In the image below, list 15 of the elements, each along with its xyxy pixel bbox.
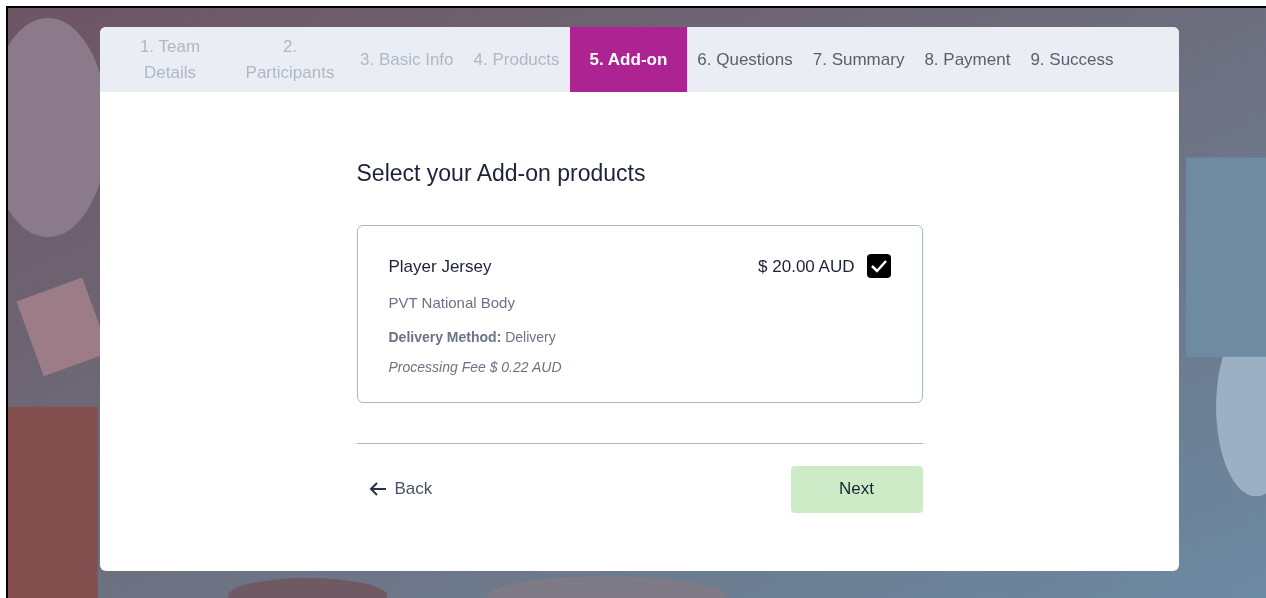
arrow-left-icon [368,481,387,497]
product-price: $ 20.00 AUD [758,255,855,278]
step-tab[interactable]: 8. Payment [914,27,1021,92]
step-tab[interactable]: 5. Add-on [569,27,688,92]
page-heading: Select your Add-on products [356,159,647,188]
organisation-name: PVT National Body [388,293,516,313]
checkmark-icon [870,258,887,273]
checkbox[interactable] [866,253,891,278]
product-name: Player Jersey [388,255,493,278]
step-tab[interactable]: 6. Questions [687,27,803,92]
processing-fee: Processing Fee $ 0.22 AUD [388,357,562,377]
delivery-method: Delivery Method: Delivery [388,327,557,347]
back-button[interactable]: Back [356,476,433,502]
step-tab[interactable]: 7. Summary [802,27,915,92]
step-tab[interactable]: 9. Success [1020,27,1124,92]
